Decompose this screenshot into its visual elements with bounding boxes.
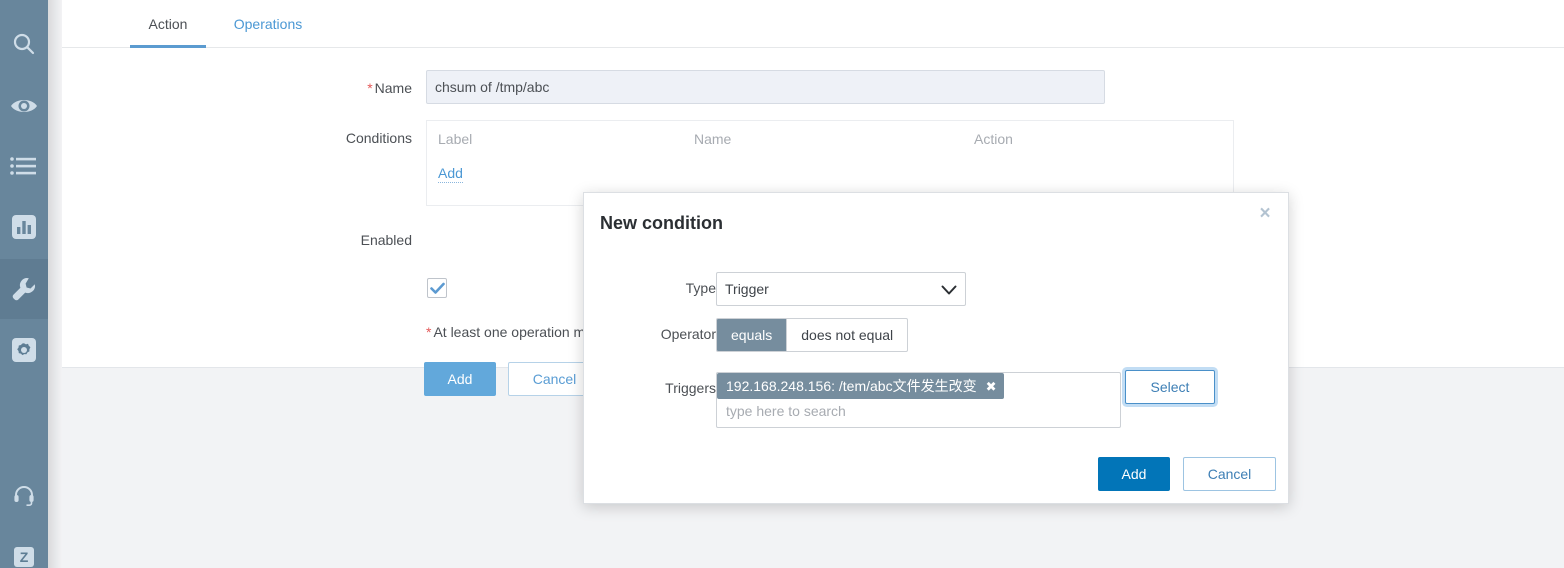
app-root: Z Action Operations *Name Conditions bbox=[0, 0, 1564, 568]
conditions-column-label: Label bbox=[438, 131, 473, 147]
type-field-label: Type bbox=[685, 280, 716, 296]
dialog-title: New condition bbox=[600, 213, 723, 233]
conditions-add-link[interactable]: Add bbox=[438, 165, 463, 183]
operator-option-equals[interactable]: equals bbox=[717, 319, 787, 351]
conditions-column-name: Name bbox=[694, 131, 732, 147]
triggers-multiselect[interactable]: 192.168.248.156: /tem/abc文件发生改变 ✖ type h… bbox=[716, 372, 1121, 428]
sidebar-item-zabbix-logo[interactable]: Z bbox=[0, 527, 48, 568]
conditions-column-action: Action bbox=[974, 131, 1013, 147]
enabled-checkbox[interactable] bbox=[427, 278, 447, 298]
search-icon bbox=[11, 31, 37, 57]
conditions-field-label: Conditions bbox=[122, 130, 412, 146]
reports-chart-icon bbox=[11, 214, 37, 240]
triggers-select-button[interactable]: Select bbox=[1125, 370, 1215, 404]
sidebar-item-support[interactable] bbox=[0, 465, 48, 525]
enabled-label-text: Enabled bbox=[360, 232, 412, 248]
sidebar-item-administration[interactable] bbox=[0, 320, 48, 380]
tab-action-label: Action bbox=[148, 16, 188, 32]
sidebar-item-search[interactable] bbox=[0, 14, 48, 74]
trigger-chip-label: 192.168.248.156: /tem/abc文件发生改变 bbox=[726, 378, 977, 394]
dialog-add-button[interactable]: Add bbox=[1098, 457, 1170, 491]
sidebar-shadow bbox=[48, 0, 62, 568]
administration-gear-icon bbox=[11, 337, 37, 363]
type-select-value: Trigger bbox=[725, 281, 769, 297]
monitoring-eye-icon bbox=[9, 95, 39, 117]
operator-field-label: Operator bbox=[660, 326, 716, 342]
sidebar-item-monitoring[interactable] bbox=[0, 76, 48, 136]
tab-operations-label: Operations bbox=[233, 16, 303, 32]
name-input[interactable] bbox=[426, 70, 1105, 104]
dialog-cancel-button[interactable]: Cancel bbox=[1183, 457, 1276, 491]
close-icon[interactable]: × bbox=[1253, 201, 1277, 225]
trigger-chip: 192.168.248.156: /tem/abc文件发生改变 ✖ bbox=[717, 373, 1005, 399]
sidebar-item-inventory[interactable] bbox=[0, 136, 48, 196]
type-select[interactable]: Trigger bbox=[716, 272, 966, 306]
remove-chip-icon[interactable]: ✖ bbox=[986, 380, 997, 393]
svg-text:Z: Z bbox=[20, 549, 29, 565]
operator-option-does-not-equal[interactable]: does not equal bbox=[787, 319, 907, 351]
conditions-table-header: Label Name Action bbox=[427, 131, 1233, 157]
sidebar-item-configuration[interactable] bbox=[0, 259, 48, 319]
hint-required-marker: * bbox=[426, 324, 432, 340]
enabled-field-label: Enabled bbox=[122, 232, 412, 248]
tab-bar: Action Operations bbox=[62, 0, 1564, 48]
conditions-label-text: Conditions bbox=[345, 130, 412, 146]
tab-operations[interactable]: Operations bbox=[222, 0, 314, 48]
triggers-search-placeholder[interactable]: type here to search bbox=[726, 403, 846, 419]
sidebar-item-reports[interactable] bbox=[0, 197, 48, 257]
support-headset-icon bbox=[13, 484, 35, 506]
triggers-field-label: Triggers bbox=[665, 380, 716, 396]
form-add-button[interactable]: Add bbox=[424, 362, 496, 396]
name-required-marker: * bbox=[367, 80, 373, 96]
inventory-list-icon bbox=[10, 156, 38, 176]
new-condition-dialog: New condition × Type Trigger Operator eq… bbox=[583, 192, 1289, 504]
zabbix-logo-icon: Z bbox=[13, 546, 35, 568]
configuration-wrench-icon bbox=[10, 275, 38, 303]
operator-segmented-control: equals does not equal bbox=[716, 318, 909, 352]
sidebar: Z bbox=[0, 0, 48, 568]
name-field-label: * Name bbox=[122, 80, 412, 96]
name-label-text: Name bbox=[374, 80, 412, 96]
tab-action[interactable]: Action bbox=[130, 0, 206, 48]
